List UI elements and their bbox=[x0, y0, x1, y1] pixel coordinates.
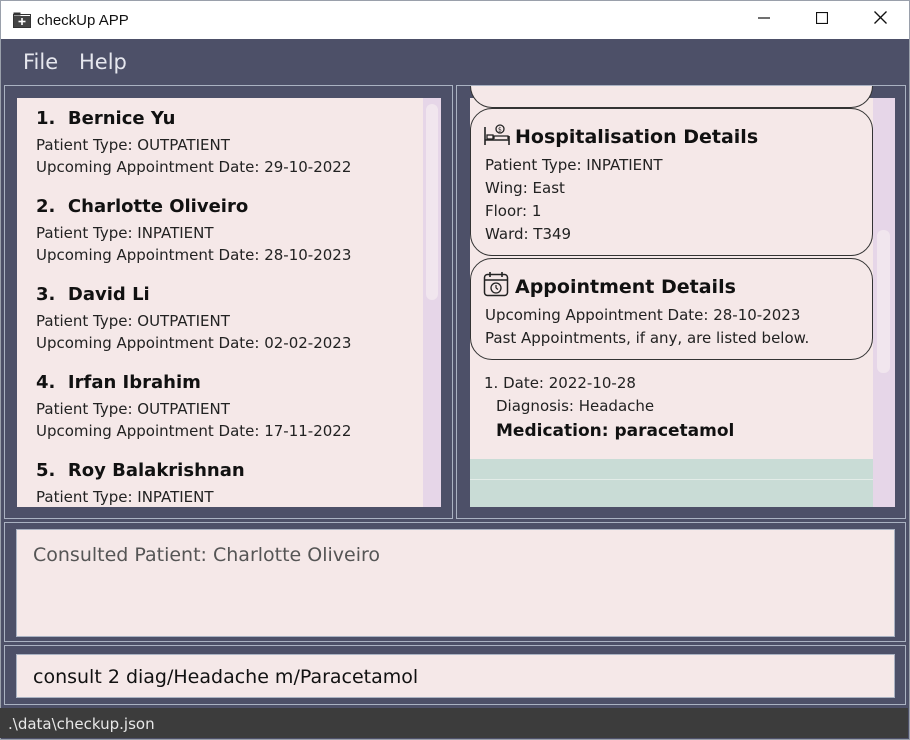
personal-details-card bbox=[470, 86, 873, 108]
patient-type: Patient Type: INPATIENT bbox=[36, 224, 214, 242]
patient-card[interactable]: 1. Bernice Yu Patient Type: OUTPATIENT U… bbox=[36, 108, 351, 180]
patient-name: 4. Irfan Ibrahim bbox=[36, 372, 201, 393]
command-text: consult 2 diag/Headache m/Paracetamol bbox=[33, 666, 419, 688]
command-input[interactable]: consult 2 diag/Headache m/Paracetamol bbox=[16, 654, 895, 698]
title-bar: checkUp APP bbox=[1, 1, 909, 39]
window-title: checkUp APP bbox=[37, 12, 129, 29]
detail-footer-block bbox=[470, 459, 873, 507]
hospital-ward: Ward: T349 bbox=[485, 225, 572, 243]
calendar-icon bbox=[483, 271, 509, 302]
patient-name: 5. Roy Balakrishnan bbox=[36, 460, 245, 481]
patient-appointment: Upcoming Appointment Date: 17-11-2022 bbox=[36, 422, 352, 440]
close-button[interactable] bbox=[851, 1, 909, 39]
result-text: Consulted Patient: Charlotte Oliveiro bbox=[33, 544, 381, 566]
patient-card[interactable]: 5. Roy Balakrishnan Patient Type: INPATI… bbox=[36, 460, 245, 507]
hospital-patient-type: Patient Type: INPATIENT bbox=[485, 156, 663, 174]
status-bar: .\data\checkup.json bbox=[0, 708, 908, 738]
svg-text:$: $ bbox=[498, 127, 502, 134]
minimize-button[interactable] bbox=[735, 1, 793, 39]
data-file-path: .\data\checkup.json bbox=[8, 715, 155, 733]
detail-footer-divider bbox=[470, 479, 873, 480]
close-icon bbox=[873, 11, 887, 29]
patient-card[interactable]: 4. Irfan Ibrahim Patient Type: OUTPATIEN… bbox=[36, 372, 351, 444]
maximize-icon bbox=[815, 11, 829, 29]
past-appointment-diagnosis: Diagnosis: Headache bbox=[496, 397, 655, 415]
menu-file[interactable]: File bbox=[23, 50, 58, 74]
menu-help[interactable]: Help bbox=[79, 50, 127, 74]
menu-bar: File Help bbox=[1, 39, 909, 84]
detail-scroll-thumb[interactable] bbox=[877, 230, 890, 373]
result-display: Consulted Patient: Charlotte Oliveiro bbox=[16, 529, 895, 637]
patient-appointment: Upcoming Appointment Date: 02-02-2023 bbox=[36, 334, 352, 352]
patient-card[interactable]: 3. David Li Patient Type: OUTPATIENT Upc… bbox=[36, 284, 351, 356]
patient-name: 3. David Li bbox=[36, 284, 150, 305]
patient-name: 1. Bernice Yu bbox=[36, 108, 176, 129]
patient-appointment: Upcoming Appointment Date: 29-10-2022 bbox=[36, 158, 352, 176]
patient-type: Patient Type: OUTPATIENT bbox=[36, 136, 230, 154]
past-appointment-date: 1. Date: 2022-10-28 bbox=[484, 374, 636, 392]
patient-list-scroll-thumb[interactable] bbox=[426, 104, 438, 300]
patient-appointment: Upcoming Appointment Date: 28-10-2023 bbox=[36, 246, 352, 264]
appointment-title: Appointment Details bbox=[515, 276, 736, 298]
minimize-icon bbox=[758, 11, 770, 29]
folder-plus-icon bbox=[13, 12, 31, 28]
patient-type: Patient Type: OUTPATIENT bbox=[36, 400, 230, 418]
patient-type: Patient Type: INPATIENT bbox=[36, 488, 214, 506]
patient-list[interactable]: 1. Bernice Yu Patient Type: OUTPATIENT U… bbox=[17, 98, 441, 507]
upcoming-appointment: Upcoming Appointment Date: 28-10-2023 bbox=[485, 306, 801, 324]
hospital-wing: Wing: East bbox=[485, 179, 565, 197]
appointment-card: Appointment Details Upcoming Appointment… bbox=[470, 258, 873, 360]
past-appointments-note: Past Appointments, if any, are listed be… bbox=[485, 329, 810, 347]
hospital-bed-icon: $ bbox=[483, 123, 511, 152]
hospital-floor: Floor: 1 bbox=[485, 202, 542, 220]
hospitalisation-card: $ Hospitalisation Details Patient Type: … bbox=[470, 108, 873, 256]
past-appointment-medication: Medication: paracetamol bbox=[496, 421, 735, 441]
patient-name: 2. Charlotte Oliveiro bbox=[36, 196, 249, 217]
patient-card[interactable]: 2. Charlotte Oliveiro Patient Type: INPA… bbox=[36, 196, 351, 268]
maximize-button[interactable] bbox=[793, 1, 851, 39]
patient-type: Patient Type: OUTPATIENT bbox=[36, 312, 230, 330]
hospitalisation-title: Hospitalisation Details bbox=[515, 126, 759, 148]
